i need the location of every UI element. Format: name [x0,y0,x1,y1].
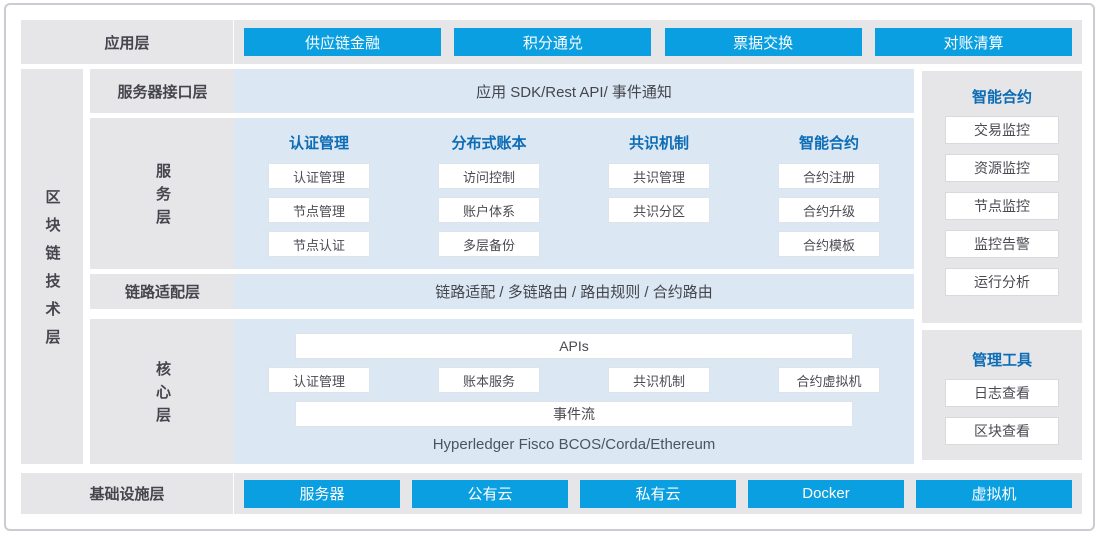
event-stream-bar: 事件流 [295,401,853,427]
service-col-consensus: 共识机制 共识管理 共识分区 [574,130,744,269]
node-log-viewer: 日志查看 [945,379,1059,407]
node-private-cloud: 私有云 [580,480,736,508]
service-col-header: 分布式账本 [451,132,526,153]
node-virtual-machine: 虚拟机 [916,480,1072,508]
service-layer-label: 服务层 [90,118,235,269]
node-server: 服务器 [244,480,400,508]
node-docker: Docker [748,480,904,508]
node-core-auth-management: 认证管理 [268,367,370,393]
node-public-cloud: 公有云 [412,480,568,508]
apis-bar: APIs [295,333,853,359]
infrastructure-layer-label: 基础设施层 [21,473,233,514]
service-col-distributed-ledger: 分布式账本 访问控制 账户体系 多层备份 [404,130,574,269]
service-col-header: 认证管理 [289,132,349,153]
node-multilayer-backup: 多层备份 [438,231,540,257]
node-points-exchange: 积分通兑 [454,28,651,56]
node-supply-chain-finance: 供应链金融 [244,28,441,56]
node-monitor-alert: 监控告警 [945,230,1059,258]
node-contract-template: 合约模板 [778,231,880,257]
architecture-diagram-frame: 应用层 供应链金融 积分通兑 票据交换 对账清算 区块链技术层 服务器接口层 应… [4,3,1095,531]
node-auth-management: 认证管理 [268,163,370,189]
infrastructure-strip: 服务器 公有云 私有云 Docker 虚拟机 [234,473,1082,514]
node-core-consensus: 共识机制 [608,367,710,393]
management-tools-panel: 管理工具 日志查看 区块查看 [922,330,1082,460]
link-adaptation-layer-label: 链路适配层 [90,274,235,309]
core-layer-panel: APIs 认证管理 账本服务 共识机制 合约虚拟机 事件流 Hyperledge… [234,319,914,464]
service-layer-panel: 认证管理 认证管理 节点管理 节点认证 分布式账本 访问控制 账户体系 多层备份… [234,118,914,269]
node-transaction-monitor: 交易监控 [945,116,1059,144]
management-tools-header: 管理工具 [972,349,1032,370]
node-operation-analysis: 运行分析 [945,268,1059,296]
node-access-control: 访问控制 [438,163,540,189]
node-contract-upgrade: 合约升级 [778,197,880,223]
monitor-panel-header: 智能合约 [972,86,1032,107]
node-consensus-partition: 共识分区 [608,197,710,223]
node-bill-exchange: 票据交换 [665,28,862,56]
node-node-monitor: 节点监控 [945,192,1059,220]
node-contract-vm: 合约虚拟机 [778,367,880,393]
server-interface-layer-label: 服务器接口层 [90,69,235,113]
node-reconciliation-clearing: 对账清算 [875,28,1072,56]
node-node-management: 节点管理 [268,197,370,223]
sdk-api-bar: 应用 SDK/Rest API/ 事件通知 [234,69,914,113]
blockchain-tech-layer-label: 区块链技术层 [21,69,83,464]
monitor-panel: 智能合约 交易监控 资源监控 节点监控 监控告警 运行分析 [922,71,1082,323]
core-layer-label: 核心层 [90,319,235,464]
node-block-viewer: 区块查看 [945,417,1059,445]
core-modules-row: 认证管理 账本服务 共识机制 合约虚拟机 [234,367,914,393]
node-contract-register: 合约注册 [778,163,880,189]
app-layer-strip: 供应链金融 积分通兑 票据交换 对账清算 [234,20,1082,64]
service-col-header: 智能合约 [799,132,859,153]
service-col-smart-contract: 智能合约 合约注册 合约升级 合约模板 [744,130,914,269]
node-ledger-service: 账本服务 [438,367,540,393]
node-consensus-management: 共识管理 [608,163,710,189]
node-node-authentication: 节点认证 [268,231,370,257]
node-resource-monitor: 资源监控 [945,154,1059,182]
service-col-header: 共识机制 [629,132,689,153]
node-account-system: 账户体系 [438,197,540,223]
link-adaptation-bar: 链路适配 / 多链路由 / 路由规则 / 合约路由 [234,274,914,309]
app-layer-label: 应用层 [21,20,233,64]
blockchain-platforms-text: Hyperledger Fisco BCOS/Corda/Ethereum [234,436,914,453]
service-col-authentication: 认证管理 认证管理 节点管理 节点认证 [234,130,404,269]
